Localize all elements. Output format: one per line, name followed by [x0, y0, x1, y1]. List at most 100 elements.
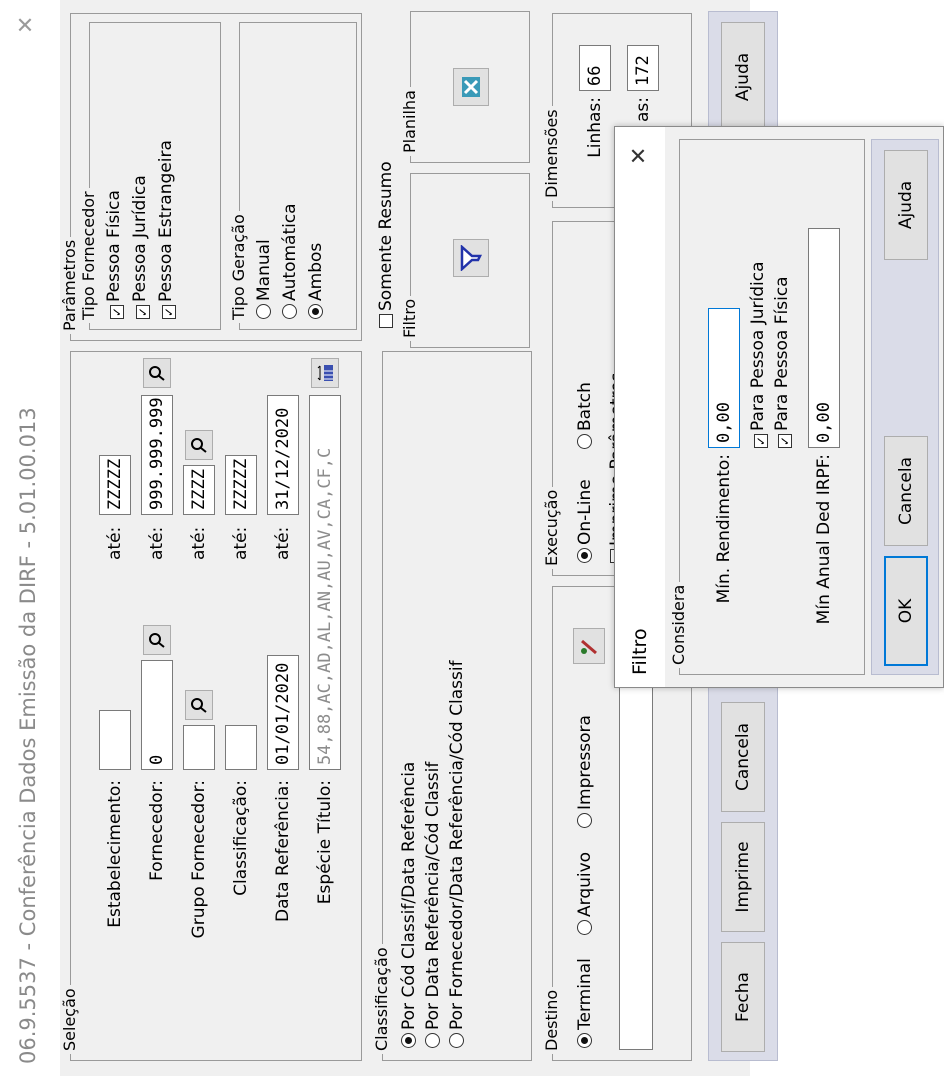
radio-selected-icon — [577, 548, 592, 563]
especie-titulo-label: Espécie Título: — [315, 780, 335, 905]
magnifier-icon — [149, 366, 165, 381]
dimensoes-title: Dimensões — [542, 106, 561, 201]
grupo-fornecedor-from-input[interactable] — [183, 725, 215, 770]
para-pessoa-juridica-label: Para Pessoa Jurídica — [748, 261, 768, 431]
pessoa-juridica-label: Pessoa Jurídica — [130, 175, 150, 302]
classificacao-label: Classificação: — [231, 780, 251, 896]
planilha-title: Planilha — [400, 87, 419, 156]
estabelecimento-to-input[interactable]: ZZZZZ — [99, 455, 131, 515]
estabelecimento-from-input[interactable] — [99, 710, 131, 770]
linhas-input[interactable]: 66 — [579, 45, 611, 91]
classificacao-from-input[interactable] — [225, 725, 257, 770]
data-referencia-label: Data Referência: — [273, 780, 293, 923]
data-referencia-to-input[interactable]: 31/12/2020 — [267, 395, 299, 515]
grupo-fornecedor-to-input[interactable]: ZZZZ — [183, 465, 215, 515]
tipo-geracao-title: Tipo Geração — [229, 211, 248, 323]
printer-setup-icon — [581, 639, 597, 655]
por-fornecedor-radio[interactable]: Por Fornecedor/Data Referência/Cód Class… — [447, 660, 467, 1048]
fornecedor-ate-label: até: — [147, 526, 167, 560]
checkbox-icon: ✓ — [110, 305, 124, 319]
fornecedor-search-button[interactable] — [143, 625, 171, 655]
classificacao-to-input[interactable]: ZZZZZ — [225, 455, 257, 515]
fornecedor-from-input[interactable]: 0 — [141, 660, 173, 770]
selecao-group: Seleção Estabelecimento: até: ZZZZZ Forn… — [60, 351, 362, 1061]
checkbox-icon — [379, 314, 393, 328]
manual-label: Manual — [254, 239, 274, 301]
para-pessoa-fisica-checkbox[interactable]: ✓ Para Pessoa Física — [772, 276, 792, 448]
pessoa-fisica-label: Pessoa Física — [104, 190, 124, 302]
somente-resumo-checkbox[interactable]: Somente Resumo — [376, 161, 396, 328]
list-select-icon — [317, 365, 333, 381]
checkbox-icon: ✓ — [778, 434, 792, 448]
min-anual-label: Mín Anual Ded IRPF: — [814, 454, 834, 625]
filtro-dialog: Filtro ✕ Considera Mín. Rendimento: 0,00… — [614, 126, 944, 688]
para-pessoa-juridica-checkbox[interactable]: ✓ Para Pessoa Jurídica — [748, 261, 768, 448]
magnifier-icon — [191, 698, 207, 713]
fornecedor-to-search-button[interactable] — [143, 358, 171, 388]
terminal-radio[interactable]: Terminal — [575, 958, 595, 1048]
planilha-button[interactable] — [453, 68, 489, 106]
data-referencia-ate-label: até: — [273, 526, 293, 560]
colunas-input[interactable]: 172 — [627, 45, 659, 91]
on-line-radio[interactable]: On-Line — [575, 479, 595, 563]
fecha-button[interactable]: Fecha — [721, 942, 765, 1052]
filtro-ajuda-button[interactable]: Ajuda — [884, 150, 928, 260]
rotated-screen: 06.9.5537 - Conferência Dados Emissão da… — [0, 0, 944, 1076]
data-referencia-from-input[interactable]: 01/01/2020 — [267, 655, 299, 770]
radio-icon — [425, 1033, 440, 1048]
por-cod-classif-radio[interactable]: Por Cód Classif/Data Referência — [399, 762, 419, 1048]
min-anual-input[interactable]: 0,00 — [808, 228, 840, 448]
fornecedor-label: Fornecedor: — [147, 780, 167, 881]
ok-button[interactable]: OK — [884, 556, 928, 666]
magnifier-icon — [149, 633, 165, 648]
grupo-fornecedor-to-search-button[interactable] — [185, 430, 213, 460]
min-rendimento-label: Mín. Rendimento: — [714, 454, 734, 604]
arquivo-radio[interactable]: Arquivo — [575, 852, 595, 935]
classificacao-ate-label: até: — [231, 526, 251, 560]
parametros-group: Parâmetros Tipo Fornecedor ✓ Pessoa Físic… — [60, 13, 362, 341]
automatica-radio[interactable]: Automática — [280, 203, 300, 319]
filtro-dialog-title-bar: Filtro ✕ — [615, 127, 665, 687]
radio-icon — [577, 813, 592, 828]
estabelecimento-label: Estabelecimento: — [105, 780, 125, 928]
excel-icon — [462, 77, 480, 97]
execucao-title: Execução — [542, 486, 561, 569]
min-rendimento-input[interactable]: 0,00 — [708, 308, 740, 448]
radio-selected-icon — [401, 1033, 416, 1048]
checkbox-icon: ✓ — [754, 434, 768, 448]
ajuda-button[interactable]: Ajuda — [721, 22, 765, 132]
linhas-label: Linhas: — [585, 97, 605, 158]
por-data-referencia-radio[interactable]: Por Data Referência/Cód Classif — [423, 762, 443, 1048]
manual-radio[interactable]: Manual — [254, 239, 274, 319]
filtro-title: Filtro — [400, 295, 419, 341]
imprime-button[interactable]: Imprime — [721, 822, 765, 932]
cancela-button[interactable]: Cancela — [721, 702, 765, 812]
radio-icon — [256, 304, 271, 319]
checkbox-icon: ✓ — [136, 305, 150, 319]
filtro-button[interactable] — [453, 239, 489, 277]
pessoa-fisica-checkbox[interactable]: ✓ Pessoa Física — [104, 190, 124, 319]
destino-config-button[interactable] — [573, 628, 605, 664]
somente-resumo-label: Somente Resumo — [376, 161, 396, 311]
pessoa-juridica-checkbox[interactable]: ✓ Pessoa Jurídica — [130, 175, 150, 319]
filtro-group: Filtro — [400, 173, 530, 348]
estabelecimento-ate-label: até: — [105, 526, 125, 560]
window-title: 06.9.5537 - Conferência Dados Emissão da… — [16, 407, 40, 1064]
filtro-cancela-button[interactable]: Cancela — [884, 436, 928, 546]
ambos-radio[interactable]: Ambos — [306, 243, 326, 319]
impressora-radio[interactable]: Impressora — [575, 715, 595, 828]
close-icon[interactable]: ✕ — [14, 16, 39, 34]
fornecedor-to-input[interactable]: 999.999.999 — [141, 395, 173, 515]
batch-radio[interactable]: Batch — [575, 382, 595, 449]
grupo-fornecedor-search-button[interactable] — [185, 690, 213, 720]
impressora-label: Impressora — [575, 715, 595, 810]
automatica-label: Automática — [280, 203, 300, 301]
pessoa-estrangeira-checkbox[interactable]: ✓ Pessoa Estrangeira — [156, 140, 176, 319]
close-icon[interactable]: ✕ — [627, 147, 652, 165]
especie-titulo-select-button[interactable] — [311, 358, 339, 388]
classificacao-group: Classificação Por Cód Classif/Data Refer… — [372, 351, 532, 1061]
tipo-fornecedor-title: Tipo Fornecedor — [79, 188, 98, 323]
por-data-referencia-label: Por Data Referência/Cód Classif — [423, 761, 443, 1030]
especie-titulo-input[interactable]: 54,88,AC,AD,AL,AN,AU,AV,CA,CF,C — [309, 395, 341, 770]
planilha-group: Planilha — [400, 11, 530, 163]
